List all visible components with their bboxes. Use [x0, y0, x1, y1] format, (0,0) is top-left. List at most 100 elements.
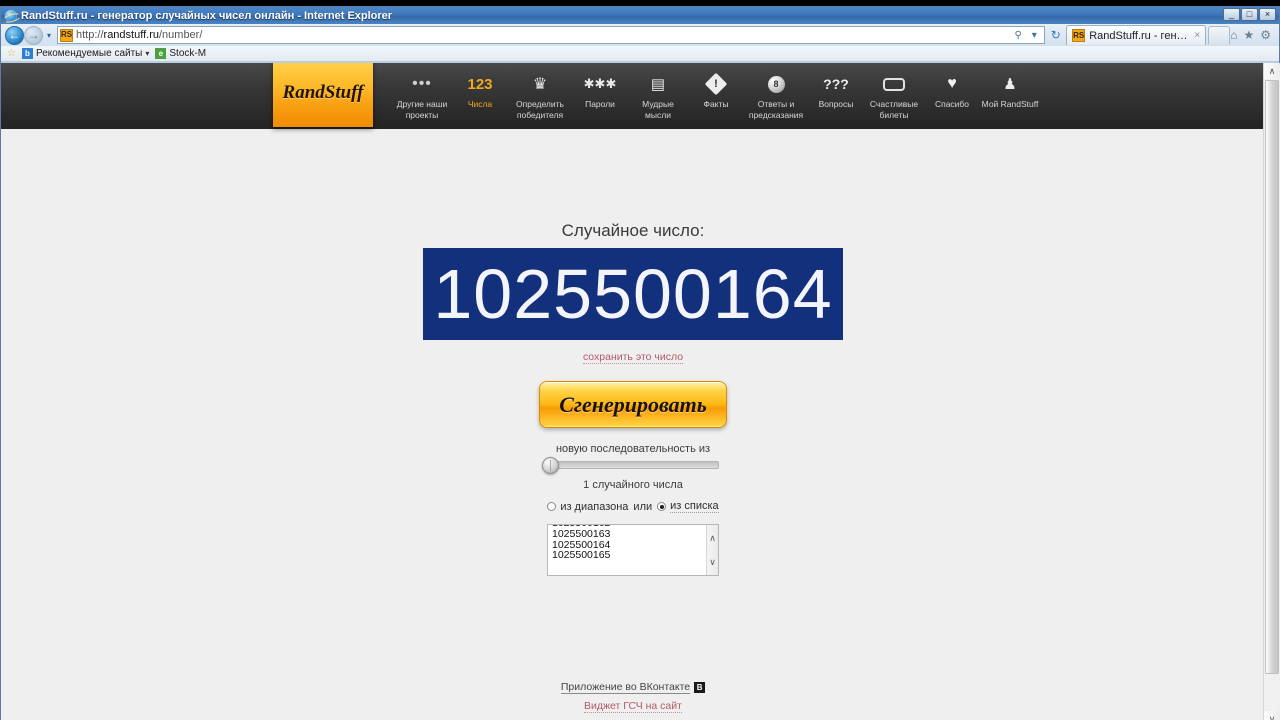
sequence-label: новую последовательность из — [555, 443, 711, 455]
nav-item-answers[interactable]: Ответы и предсказания — [745, 69, 807, 121]
nav-label: Определить победителя — [516, 99, 564, 120]
favorites-star-icon[interactable]: ★ — [1243, 28, 1254, 42]
site-logo[interactable]: RandStuff — [273, 63, 373, 127]
random-number-value[interactable]: 1025500164 — [423, 248, 843, 340]
browser-window: RandStuff.ru - генератор случайных чисел… — [0, 6, 1280, 720]
page-title: Случайное число: — [561, 221, 705, 240]
vk-app-link[interactable]: Приложение во ВКонтакте — [560, 681, 691, 694]
nav-label: Спасибо — [934, 99, 970, 109]
radio-list-icon[interactable] — [657, 502, 667, 511]
chevron-down-icon[interactable]: ▾ — [145, 49, 149, 58]
favorite-item-stock-m[interactable]: e Stock-M — [155, 48, 206, 59]
nav-item-other-projects[interactable]: ••• Другие наши проекты — [393, 69, 451, 121]
tab-close-icon[interactable]: × — [1194, 30, 1200, 41]
widget-link[interactable]: Виджет ГСЧ на сайт — [584, 700, 682, 713]
url-host: randstuff.ru — [103, 29, 159, 41]
radio-range-icon[interactable] — [547, 502, 557, 511]
close-button[interactable]: × — [1259, 8, 1276, 21]
scroll-down-icon[interactable]: ∨ — [709, 558, 716, 567]
address-bar[interactable]: RS http://randstuff.ru/number/ ⚲ ▾ — [57, 26, 1046, 44]
scrollbar-thumb[interactable] — [1265, 80, 1279, 674]
generate-button[interactable]: Сгенерировать — [539, 381, 727, 428]
source-radio-group: из диапазона или из списка — [1, 500, 1265, 513]
chevron-down-icon[interactable]: ▾ — [1027, 28, 1041, 43]
nav-item-facts[interactable]: Факты — [687, 69, 745, 110]
page-viewport: RandStuff ••• Другие наши проекты 123 Чи… — [1, 63, 1280, 720]
site-nav: ••• Другие наши проекты 123 Числа ♛ Опре… — [393, 69, 1039, 121]
title-bar: RandStuff.ru - генератор случайных чисел… — [1, 7, 1279, 24]
favorites-bar: ☆ b Рекомендуемые сайты ▾ e Stock-M — [1, 46, 1279, 62]
nav-label: Другие наши проекты — [396, 99, 448, 120]
heart-icon: ♥ — [947, 75, 957, 92]
back-button[interactable]: ← — [5, 25, 24, 45]
widget-row: Виджет ГСЧ на сайт — [1, 698, 1265, 713]
history-dropdown-icon[interactable]: ▾ — [43, 31, 55, 40]
count-label: 1 случайного числа — [583, 479, 683, 491]
add-favorite-icon[interactable]: ☆ — [7, 48, 16, 59]
forward-button[interactable]: → — [24, 25, 43, 45]
count-slider[interactable] — [542, 457, 719, 474]
page-footer: Приложение во ВКонтакте B Виджет ГСЧ на … — [1, 681, 1265, 713]
address-bar-icons: ⚲ ▾ — [1011, 28, 1042, 43]
nav-label: Счастливые билеты — [869, 99, 919, 120]
restore-button[interactable]: □ — [1241, 8, 1258, 21]
window-controls: _ □ × — [1223, 8, 1276, 21]
new-tab-button[interactable] — [1208, 26, 1231, 44]
radio-option-range[interactable]: из диапазона — [547, 501, 628, 513]
radio-list-label: из списка — [670, 500, 719, 513]
scroll-icon: ▤ — [650, 76, 666, 93]
magic-eight-ball-icon — [767, 71, 785, 97]
radio-range-label: из диапазона — [560, 500, 629, 513]
asterisks-icon: ✱✱✱ — [583, 76, 617, 91]
user-icon: ♟ — [1003, 76, 1017, 93]
browser-tab[interactable]: RS RandStuff.ru - генератор с... × — [1066, 25, 1207, 45]
home-icon[interactable]: ⌂ — [1230, 28, 1237, 42]
nav-label: Мудрые мысли — [642, 99, 674, 120]
numbers-123-icon: 123 — [467, 75, 493, 93]
nav-label: Факты — [703, 99, 729, 109]
site-favicon-icon: RS — [60, 28, 73, 42]
trophy-icon: ♛ — [532, 76, 548, 93]
generate-button-row: Сгенерировать — [1, 381, 1265, 428]
stock-m-icon: e — [155, 48, 167, 59]
nav-item-pick-winner[interactable]: ♛ Определить победителя — [509, 69, 571, 121]
nav-item-lucky-tickets[interactable]: Счастливые билеты — [865, 69, 923, 121]
gear-icon[interactable]: ⚙ — [1260, 28, 1271, 42]
nav-item-wise-thoughts[interactable]: ▤ Мудрые мысли — [629, 69, 687, 121]
nav-item-thanks[interactable]: ♥ Спасибо — [923, 69, 981, 110]
nav-item-numbers[interactable]: 123 Числа — [451, 69, 509, 110]
nav-label: Ответы и предсказания — [748, 99, 804, 120]
browser-tools: ⌂ ★ ⚙ — [1230, 28, 1275, 42]
ticket-icon — [883, 71, 905, 97]
minimize-button[interactable]: _ — [1223, 8, 1240, 21]
scroll-down-icon[interactable]: ∨ — [1264, 711, 1280, 720]
internet-explorer-icon — [5, 9, 17, 22]
listbox-scrollbar[interactable]: ∧ ∨ — [706, 525, 718, 575]
favorite-item-suggested-sites[interactable]: b Рекомендуемые сайты ▾ — [21, 48, 149, 59]
nav-item-passwords[interactable]: ✱✱✱ Пароли — [571, 69, 629, 110]
exclamation-diamond-icon — [704, 71, 728, 97]
vk-app-row: Приложение во ВКонтакте B — [1, 681, 1265, 694]
favorite-label: Рекомендуемые сайты — [35, 48, 143, 59]
site-header: RandStuff ••• Другие наши проекты 123 Чи… — [1, 63, 1265, 129]
radio-option-list[interactable]: из списка — [657, 500, 719, 513]
nav-item-questions[interactable]: ??? Вопросы — [807, 69, 865, 110]
save-number-link[interactable]: сохранить это число — [582, 351, 684, 364]
search-icon[interactable]: ⚲ — [1011, 28, 1025, 43]
vk-icon: B — [694, 682, 706, 693]
scroll-up-icon[interactable]: ∧ — [709, 534, 716, 543]
url-path: /number/ — [158, 29, 203, 41]
count-slider-handle[interactable] — [542, 457, 559, 474]
nav-item-my-randstuff[interactable]: ♟ Мой RandStuff — [981, 69, 1039, 110]
numbers-listbox-row: 1025500162 1025500163 1025500164 1025500… — [1, 524, 1265, 576]
scroll-up-icon[interactable]: ∧ — [1264, 63, 1280, 79]
page-scrollbar[interactable]: ∧ ∨ — [1263, 63, 1280, 720]
list-item[interactable]: 1025500165 — [552, 550, 706, 561]
list-item[interactable]: 1025500163 — [552, 528, 706, 540]
screen: RandStuff.ru - генератор случайных чисел… — [0, 0, 1280, 720]
tab-favicon-icon: RS — [1072, 29, 1086, 42]
refresh-icon[interactable]: ↻ — [1047, 28, 1064, 42]
nav-label: Вопросы — [818, 99, 854, 109]
window-title: RandStuff.ru - генератор случайных чисел… — [21, 9, 393, 22]
numbers-listbox[interactable]: 1025500162 1025500163 1025500164 1025500… — [547, 524, 719, 576]
